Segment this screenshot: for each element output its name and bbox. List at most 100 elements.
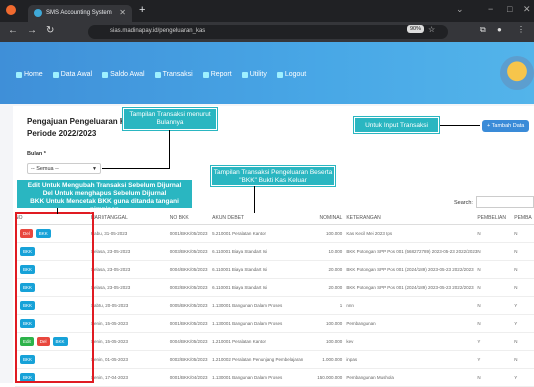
extensions-icon[interactable]: ⧉ [480, 25, 486, 35]
close-tab-icon[interactable]: ✕ [119, 8, 126, 17]
nav-utility[interactable]: Utility [241, 71, 267, 78]
annotation-pengeluaran: Tampilan Transaksi Pengeluaran Beserta "… [210, 165, 336, 187]
cell-bkk: 0002/BKK/05/2023 [169, 350, 213, 369]
cell-pembelian: N [477, 278, 515, 297]
cell-bkk: 0001/BKK/05/2023 [169, 314, 213, 333]
title-line2: Periode 2022/2023 [27, 129, 97, 138]
cell-pembelian: N [477, 224, 515, 243]
forward-icon[interactable]: → [27, 25, 37, 36]
col-nominal: NOMINAL [305, 212, 347, 225]
cell-pemba: N [514, 332, 534, 351]
cell-nominal: 150.000.000 [305, 368, 347, 387]
nav-home[interactable]: Home [16, 71, 43, 78]
title-line1: Pengajuan Pengeluaran Kas [27, 117, 135, 126]
address-bar: ← → ↻ sias.madinapay.id/pengeluaran_kas … [0, 22, 534, 42]
cell-keterangan: BKK Potongan SPP Pos 001 (568272789) 202… [346, 242, 478, 261]
cell-tanggal: Sabtu, 20-05-2023 [90, 296, 170, 315]
cell-akun: 6.110001 Biaya Standart Isi [212, 260, 306, 279]
tab-search-icon[interactable]: ⌄ [456, 4, 464, 15]
cell-pemba: N [514, 224, 534, 243]
nav-saldo-awal[interactable]: Saldo Awal [102, 71, 145, 78]
main-nav: Home Data Awal Saldo Awal Transaksi Repo… [16, 71, 306, 78]
cell-akun: 5.210001 Peralatan Kantor [212, 224, 306, 243]
app-header: Home Data Awal Saldo Awal Transaksi Repo… [0, 42, 534, 104]
report-icon [202, 71, 209, 78]
cell-nominal: 1 [305, 296, 347, 315]
annotation-edit-del-bkk: Edit Untuk Mengubah Transaksi Sebelum Di… [17, 180, 192, 213]
transaksi-icon [154, 71, 161, 78]
school-logo [500, 56, 534, 90]
cell-akun: 1.130001 Bangunan Dalam Proses [212, 296, 306, 315]
search-input[interactable] [476, 196, 534, 208]
url-text: sias.madinapay.id/pengeluaran_kas [110, 28, 206, 34]
cell-pemba: Y [514, 314, 534, 333]
cell-keterangan: Kas Kecil Mei 2023 Ips [346, 224, 478, 243]
maximize-icon[interactable]: □ [507, 4, 512, 14]
close-window-icon[interactable]: ✕ [523, 4, 531, 15]
col-pemba: PEMBA [514, 212, 534, 225]
cell-pemba: Y [514, 296, 534, 315]
arrow-line [254, 186, 255, 213]
cell-akun: 6.110001 Biaya Standart Isi [212, 242, 306, 261]
cell-keterangan: inpas [346, 350, 478, 369]
cell-nominal: 100.000 [305, 224, 347, 243]
cell-keterangan: Pembangunan [346, 314, 478, 333]
arrow-line [169, 130, 170, 168]
col-pembelian: PEMBELIAN [477, 212, 515, 225]
bulan-label: Bulan * [27, 151, 46, 157]
zoom-indicator[interactable]: 90% [407, 25, 425, 33]
cell-akun: 1.210002 Peralatan Penunjang Pembelajara… [212, 350, 306, 369]
new-tab-icon[interactable]: + [139, 4, 145, 16]
nav-transaksi[interactable]: Transaksi [154, 71, 193, 78]
cell-akun: 1.130001 Bangunan Dalam Proses [212, 314, 306, 333]
bulan-select[interactable]: -- Semua -- ▼ [27, 163, 101, 174]
cell-pembelian: N [477, 296, 515, 315]
arrow-line [102, 168, 170, 169]
cell-keterangan: BKK Potongan SPP Pos 001 (2024/189) 2023… [346, 260, 478, 279]
col-keterangan: KETERANGAN [346, 212, 478, 225]
cell-bkk: 0001/BKK/04/2023 [169, 368, 213, 387]
nav-data-awal[interactable]: Data Awal [52, 71, 93, 78]
cell-bkk: 0005/BKK/05/2023 [169, 296, 213, 315]
bookmark-star-icon[interactable]: ☆ [428, 25, 435, 34]
cell-pembelian: N [477, 368, 515, 387]
profile-icon[interactable]: ● [497, 25, 502, 34]
cell-nominal: 100.000 [305, 314, 347, 333]
browser-tab[interactable]: SMS Accounting System ✕ [28, 5, 132, 22]
nav-label: Data Awal [60, 71, 93, 78]
minimize-icon[interactable]: − [488, 4, 493, 14]
logout-icon [276, 71, 283, 78]
chevron-down-icon: ▼ [92, 166, 97, 172]
cell-tanggal: Senin, 15-05-2023 [90, 332, 170, 351]
cell-tanggal: Senin, 01-05-2023 [90, 350, 170, 369]
cell-keterangan: kev [346, 332, 478, 351]
cell-pembelian: N [477, 314, 515, 333]
cell-akun: 6.110001 Biaya Standart Isi [212, 278, 306, 297]
nav-report[interactable]: Report [202, 71, 232, 78]
annotation-menurut-bulan: Tampilan Transaksi menurut Bulannya [122, 107, 218, 131]
data-icon [52, 71, 59, 78]
cell-nominal: 10.000 [305, 242, 347, 261]
favicon-icon [34, 9, 42, 17]
cell-bkk: 0003/BKK/05/2023 [169, 242, 213, 261]
nav-logout[interactable]: Logout [276, 71, 306, 78]
col-akun: AKUN DEBET [212, 212, 306, 225]
browser-menu-icon[interactable] [6, 5, 16, 15]
browser-kebab-icon[interactable]: ⋮ [517, 25, 525, 34]
tab-title: SMS Accounting System [46, 10, 112, 16]
url-field[interactable]: sias.madinapay.id/pengeluaran_kas [88, 25, 448, 39]
cell-nominal: 20.000 [305, 260, 347, 279]
cell-akun: 1.130001 Bangunan Dalam Proses [212, 368, 306, 387]
cell-pemba: Y [514, 368, 534, 387]
tambah-data-button[interactable]: + Tambah Data [482, 120, 530, 132]
arrow-line [57, 208, 58, 214]
cell-akun: 1.210001 Peralatan Kantor [212, 332, 306, 351]
cell-nominal: 1.000.000 [305, 350, 347, 369]
back-icon[interactable]: ← [8, 25, 18, 36]
cell-pembelian: N [477, 242, 515, 261]
cell-bkk: 0002/BKK/05/2023 [169, 278, 213, 297]
arrow-line [440, 125, 480, 126]
cell-tanggal: Selasa, 23-05-2023 [90, 260, 170, 279]
reload-icon[interactable]: ↻ [46, 25, 54, 36]
saldo-icon [102, 71, 109, 78]
